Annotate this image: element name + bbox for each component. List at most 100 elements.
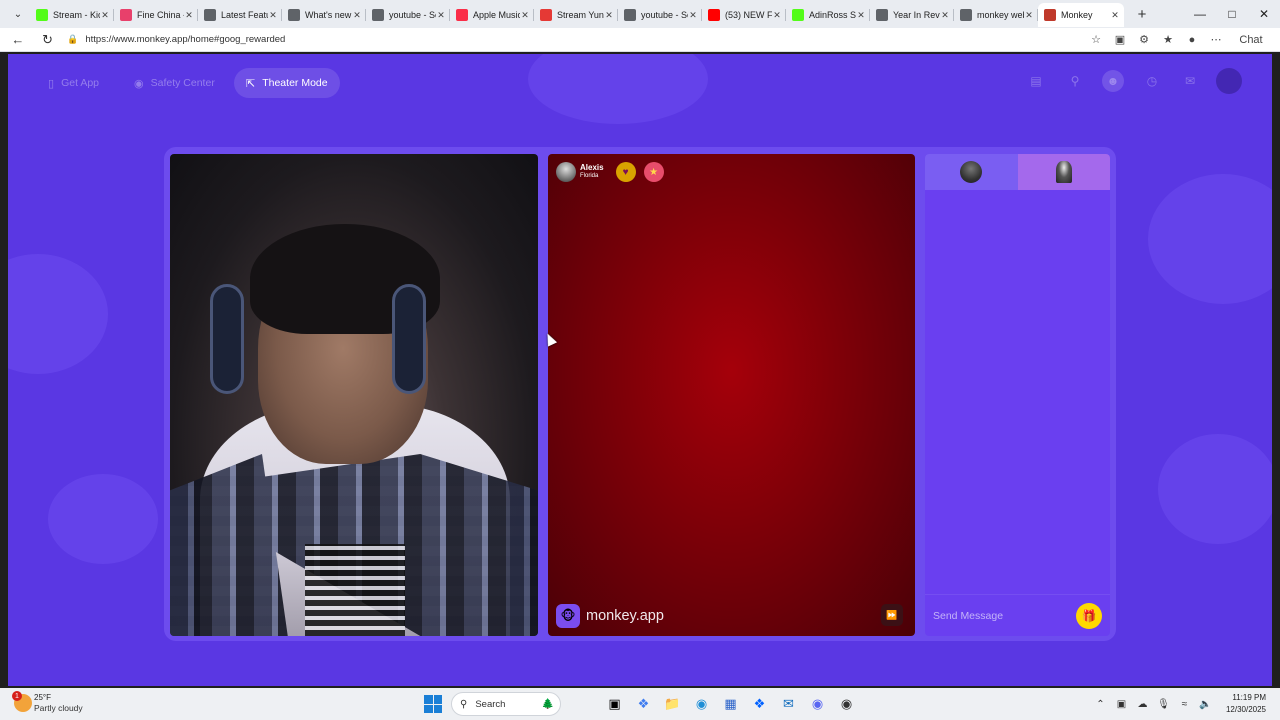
partner-info[interactable]: Alexis Florida ♥ ★ bbox=[556, 162, 664, 182]
weather-widget[interactable]: 1 25°F Partly cloudy bbox=[12, 691, 83, 714]
history-icon[interactable]: ◷ bbox=[1141, 70, 1163, 92]
profile-icon[interactable]: ● bbox=[1180, 30, 1204, 50]
media-player-icon[interactable]: ◉ bbox=[832, 693, 861, 715]
wifi-icon[interactable]: ≈ bbox=[1174, 699, 1195, 710]
browser-tab[interactable]: AdinRoss Str✕ bbox=[786, 3, 870, 27]
close-tab-icon[interactable]: ✕ bbox=[436, 10, 446, 21]
close-tab-icon[interactable]: ✕ bbox=[520, 10, 530, 21]
tray-app-icon[interactable]: ▣ bbox=[1111, 699, 1132, 710]
skip-icon[interactable]: ⏩ bbox=[881, 604, 903, 626]
browser-tab[interactable]: Fine China - ✕ bbox=[114, 3, 198, 27]
weather-description: Partly cloudy bbox=[34, 703, 83, 713]
clock[interactable]: 11:19 PM 12/30/2025 bbox=[1226, 692, 1266, 716]
tab-label: youtube - Se bbox=[389, 10, 436, 20]
search-icon: ⚲ bbox=[460, 698, 468, 710]
safety-center-button[interactable]: ◉ Safety Center bbox=[122, 68, 227, 98]
browser-tab[interactable]: Stream Yung ✕ bbox=[534, 3, 618, 27]
store-icon[interactable]: ▤ bbox=[1025, 70, 1047, 92]
task-view-icon[interactable]: ▣ bbox=[600, 693, 629, 715]
discord-icon[interactable]: ◉ bbox=[803, 693, 832, 715]
browser-tab[interactable]: What's new i ✕ bbox=[282, 3, 366, 27]
close-tab-icon[interactable]: ✕ bbox=[604, 10, 614, 21]
edge-browser-icon[interactable]: ◉ bbox=[687, 693, 716, 715]
browser-tab[interactable]: Year In Revie✕ bbox=[870, 3, 954, 27]
tray-overflow-icon[interactable]: ⌃ bbox=[1090, 699, 1111, 710]
new-tab-button[interactable]: + bbox=[1130, 6, 1154, 23]
heart-badge-icon[interactable]: ♥ bbox=[615, 162, 636, 182]
copilot-chat-button[interactable]: Chat bbox=[1228, 30, 1274, 50]
tab-label: monkey web bbox=[977, 10, 1024, 20]
file-explorer-icon[interactable]: 📁 bbox=[658, 693, 687, 715]
close-tab-icon[interactable]: ✕ bbox=[268, 10, 278, 21]
profile-avatar[interactable] bbox=[1216, 68, 1242, 94]
close-tab-icon[interactable]: ✕ bbox=[940, 10, 950, 21]
favorite-star-icon[interactable]: ☆ bbox=[1084, 30, 1108, 50]
tab-label: AdinRoss Str bbox=[809, 10, 856, 20]
youtube-icon bbox=[708, 9, 720, 21]
browser-tab[interactable]: Stream - Kick✕ bbox=[30, 3, 114, 27]
copilot-icon[interactable]: ❖ bbox=[629, 693, 658, 715]
messages-icon[interactable]: ✉ bbox=[1179, 70, 1201, 92]
brand-watermark: 🐵 monkey.app bbox=[556, 604, 664, 628]
browser-tab[interactable]: Apple Music ✕ bbox=[450, 3, 534, 27]
browser-tab[interactable]: youtube - Se ✕ bbox=[366, 3, 450, 27]
close-tab-icon[interactable]: ✕ bbox=[100, 10, 110, 21]
search-icon bbox=[624, 9, 636, 21]
get-app-button[interactable]: ▯ Get App bbox=[36, 68, 111, 98]
chat-panel: 🎁 bbox=[925, 154, 1110, 636]
cloud-icon[interactable]: ☁ bbox=[1132, 699, 1153, 710]
close-tab-icon[interactable]: ✕ bbox=[856, 10, 866, 21]
outlook-icon[interactable]: ✉ bbox=[774, 693, 803, 715]
tab-label: youtube - Se bbox=[641, 10, 688, 20]
browser-tab[interactable]: Monkey ✕ bbox=[1038, 3, 1124, 27]
minimize-button[interactable]: — bbox=[1184, 0, 1216, 28]
search-icon bbox=[372, 9, 384, 21]
close-tab-icon[interactable]: ✕ bbox=[688, 10, 698, 21]
taskbar-search[interactable]: ⚲ Search 🌲 bbox=[451, 692, 561, 716]
self-video bbox=[170, 154, 538, 636]
rank-badge-icon[interactable]: ★ bbox=[643, 162, 664, 182]
extensions-icon[interactable]: ⚙ bbox=[1132, 30, 1156, 50]
close-tab-icon[interactable]: ✕ bbox=[1110, 10, 1120, 21]
phone-icon: ▯ bbox=[48, 77, 55, 90]
theater-mode-button[interactable]: ⇱ Theater Mode bbox=[234, 68, 340, 98]
microphone-icon[interactable]: 🎙 bbox=[1153, 699, 1174, 710]
browser-tab[interactable]: Latest Featur✕ bbox=[198, 3, 282, 27]
back-button[interactable]: ← bbox=[6, 30, 30, 50]
chat-tab-self[interactable] bbox=[925, 154, 1018, 190]
tab-label: Apple Music bbox=[473, 10, 520, 20]
chat-tab-partner[interactable] bbox=[1017, 154, 1110, 190]
close-tab-icon[interactable]: ✕ bbox=[1024, 10, 1034, 21]
volume-icon[interactable]: 🔈 bbox=[1195, 699, 1216, 710]
start-button-icon[interactable] bbox=[424, 695, 442, 713]
browser-tab[interactable]: (53) NEW Ful✕ bbox=[702, 3, 786, 27]
video-icon[interactable]: ▣ bbox=[1108, 30, 1132, 50]
tab-label: What's new i bbox=[305, 10, 352, 20]
tab-list: Stream - Kick✕Fine China - ✕Latest Featu… bbox=[30, 0, 1124, 28]
browser-tab[interactable]: monkey web ✕ bbox=[954, 3, 1038, 27]
close-window-button[interactable]: ✕ bbox=[1248, 0, 1280, 28]
user-circle-icon[interactable]: ☻ bbox=[1102, 70, 1124, 92]
gift-icon[interactable]: 🎁 bbox=[1076, 602, 1102, 629]
weather-icon: 1 bbox=[12, 691, 32, 712]
close-tab-icon[interactable]: ✕ bbox=[184, 10, 194, 21]
send-message-input[interactable] bbox=[933, 609, 1076, 622]
dropbox-icon[interactable]: ❖ bbox=[745, 693, 774, 715]
store-app-icon[interactable]: ▦ bbox=[716, 693, 745, 715]
close-tab-icon[interactable]: ✕ bbox=[772, 10, 782, 21]
tab-list-chevron-icon[interactable]: ⌄ bbox=[6, 3, 30, 25]
windows-taskbar: 1 25°F Partly cloudy ⚲ Search 🌲 ▣ ❖ 📁 ◉ … bbox=[0, 688, 1280, 720]
address-bar[interactable]: 🔒 https://www.monkey.app/home#goog_rewar… bbox=[67, 30, 1084, 50]
browser-tab[interactable]: youtube - Se ✕ bbox=[618, 3, 702, 27]
refresh-button[interactable]: ↻ bbox=[36, 30, 60, 50]
brand-text: monkey.app bbox=[586, 608, 664, 624]
favorites-icon[interactable]: ★ bbox=[1156, 30, 1180, 50]
close-tab-icon[interactable]: ✕ bbox=[352, 10, 362, 21]
maximize-button[interactable]: □ bbox=[1216, 0, 1248, 28]
monkey-logo-icon: 🐵 bbox=[556, 604, 580, 628]
tab-label: Latest Featur bbox=[221, 10, 268, 20]
search-highlight-icon: 🌲 bbox=[541, 698, 554, 710]
more-menu-icon[interactable]: ⋯ bbox=[1204, 30, 1228, 50]
search-icon[interactable]: ⚲ bbox=[1064, 70, 1086, 92]
globe-icon bbox=[204, 9, 216, 21]
